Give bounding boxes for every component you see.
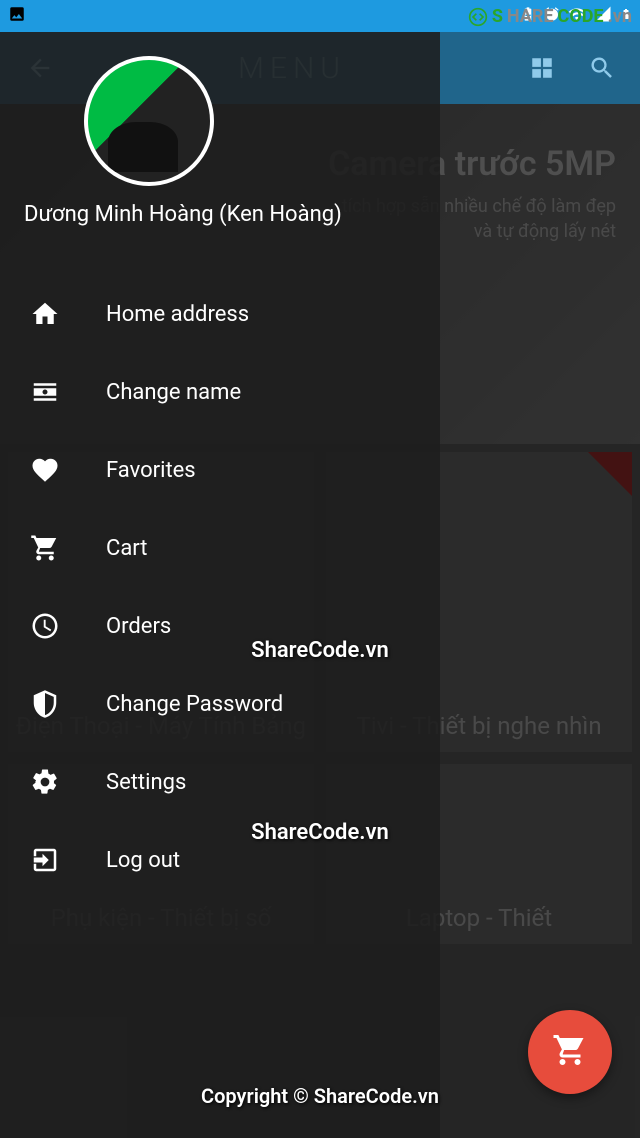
menu-logout[interactable]: Log out — [0, 821, 440, 899]
menu-settings[interactable]: Settings — [0, 743, 440, 821]
menu-cart[interactable]: Cart — [0, 509, 440, 587]
nav-drawer: Dương Minh Hoàng (Ken Hoàng) Home addres… — [0, 32, 440, 1138]
drawer-header: Dương Minh Hoàng (Ken Hoàng) — [0, 56, 440, 247]
menu-label: Change Password — [106, 692, 283, 717]
cart-icon — [552, 1032, 588, 1072]
menu-home-address[interactable]: Home address — [0, 275, 440, 353]
clock-icon — [28, 609, 62, 643]
grid-view-button[interactable] — [528, 54, 556, 82]
menu-label: Orders — [106, 614, 171, 639]
menu-favorites[interactable]: Favorites — [0, 431, 440, 509]
menu-orders[interactable]: Orders — [0, 587, 440, 665]
menu-label: Settings — [106, 770, 186, 795]
contact-icon — [28, 375, 62, 409]
user-name: Dương Minh Hoàng (Ken Hoàng) — [24, 202, 416, 227]
logout-icon — [28, 843, 62, 877]
sharecode-logo-watermark: SHARECODE.vn — [468, 6, 632, 27]
menu-change-password[interactable]: Change Password — [0, 665, 440, 743]
drawer-menu: Home address Change name Favorites Cart … — [0, 275, 440, 899]
cart-icon — [28, 531, 62, 565]
menu-label: Log out — [106, 848, 180, 873]
gear-icon — [28, 765, 62, 799]
menu-change-name[interactable]: Change name — [0, 353, 440, 431]
menu-label: Home address — [106, 302, 249, 327]
search-button[interactable] — [588, 54, 616, 82]
cart-fab[interactable] — [528, 1010, 612, 1094]
menu-label: Change name — [106, 380, 241, 405]
home-icon — [28, 297, 62, 331]
menu-label: Cart — [106, 536, 147, 561]
photo-icon — [8, 5, 26, 27]
avatar[interactable] — [84, 56, 214, 186]
menu-label: Favorites — [106, 458, 196, 483]
shield-icon — [28, 687, 62, 721]
heart-icon — [28, 453, 62, 487]
